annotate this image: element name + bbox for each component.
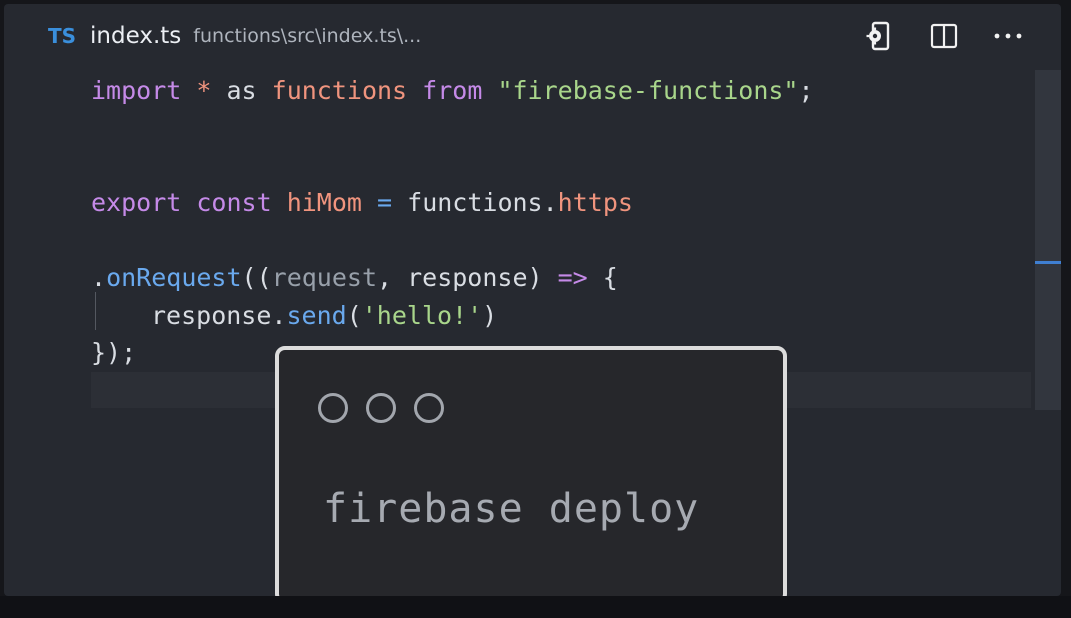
punctuation-token: ; [798,76,814,105]
punctuation-token: (( [241,263,272,292]
keyword-token: import [91,76,182,105]
split-editor-icon[interactable] [925,20,963,52]
parameter-token: , response) [377,263,558,292]
string-token: 'hello!' [361,301,483,330]
punctuation-token: { [587,263,618,292]
identifier-token: functions [271,76,408,105]
window-controls [318,393,444,423]
vertical-scrollbar[interactable] [1035,70,1061,410]
keyword-token: const [196,188,272,217]
window-dot-icon[interactable] [318,393,348,423]
string-token: "firebase-functions" [497,76,799,105]
code-line-close: }); [91,336,136,370]
editor-actions [861,20,1027,52]
operator-token: * [181,76,227,105]
operator-token: => [557,263,588,292]
window-dot-icon[interactable] [366,393,396,423]
keyword-token: as [226,76,257,105]
identifier-token: response. [151,301,287,330]
operator-token: = [377,188,393,217]
more-actions-icon[interactable] [989,20,1027,52]
punctuation-token: ( [346,301,362,330]
punctuation-token: ) [482,301,498,330]
terminal-command: firebase deploy [323,486,700,532]
typescript-icon: TS [48,24,77,48]
keyword-token: export [91,188,182,217]
punctuation-token: . [91,263,107,292]
function-token: send [286,301,347,330]
function-token: onRequest [106,263,242,292]
scrollbar-position-marker [1035,261,1061,264]
terminal-window: firebase deploy [275,346,787,604]
property-token: https [557,188,633,217]
tab-file-name[interactable]: index.ts [90,23,181,49]
code-line-send: response.send('hello!') [151,299,497,333]
open-preview-icon[interactable] [861,20,899,52]
breadcrumb[interactable]: functions\src\index.ts\... [193,25,421,47]
code-content[interactable]: import * as functions from "firebase-fun… [91,66,1031,367]
punctuation-token: }); [91,338,137,367]
keyword-token: from [422,76,483,105]
window-dot-icon[interactable] [414,393,444,423]
code-line-onrequest: .onRequest((request, response) => { [91,261,618,295]
code-line-import: import * as functions from "firebase-fun… [91,74,814,108]
identifier-token: functions. [392,188,558,217]
parameter-token: request [271,263,377,292]
code-line-export: export const hiMom = functions.https [91,186,633,220]
identifier-token: hiMom [286,188,362,217]
editor-tab-bar: TS index.ts functions\src\index.ts\... [4,4,1061,68]
bottom-strip [0,596,1071,618]
